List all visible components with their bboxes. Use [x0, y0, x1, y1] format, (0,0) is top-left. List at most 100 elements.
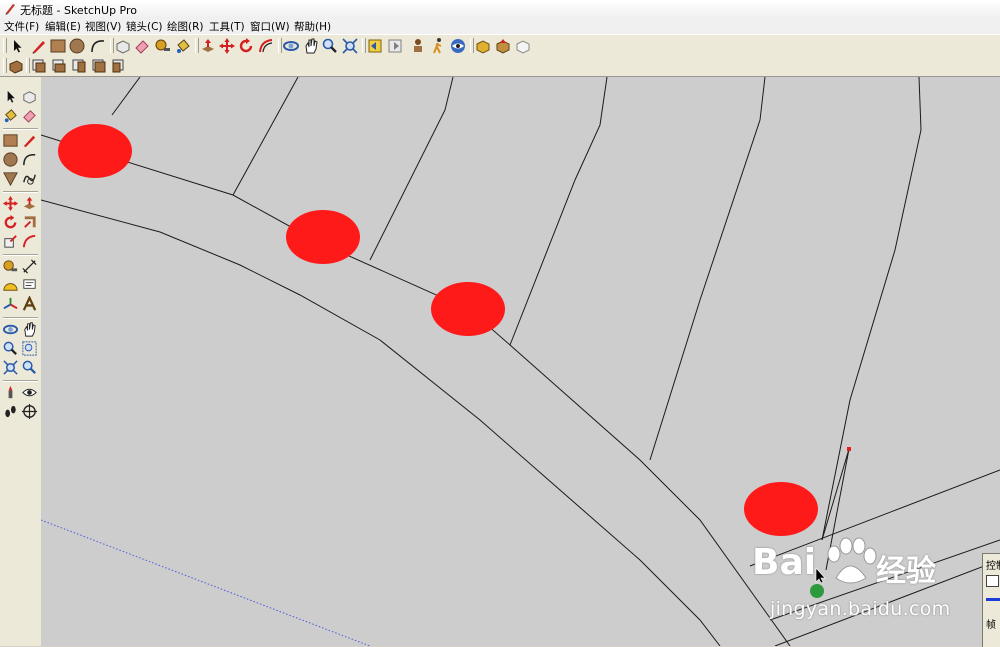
- marker-circle-3: [431, 282, 505, 336]
- select-icon[interactable]: [8, 37, 26, 55]
- rectangle-icon[interactable]: [49, 37, 67, 55]
- tape-measure-icon[interactable]: [154, 37, 172, 55]
- play-button[interactable]: [986, 575, 999, 587]
- zoom-extents-icon[interactable]: [341, 37, 359, 55]
- get-models-icon[interactable]: [474, 37, 492, 55]
- pencil-icon[interactable]: [30, 37, 48, 55]
- previous-view-icon[interactable]: [21, 359, 38, 376]
- top-view-icon[interactable]: [30, 57, 48, 75]
- offset-icon[interactable]: [257, 37, 275, 55]
- front-view-icon[interactable]: [50, 57, 68, 75]
- share-model-icon[interactable]: [494, 37, 512, 55]
- position-camera-icon[interactable]: [2, 384, 19, 401]
- large-tool-set: [0, 77, 42, 646]
- menu-draw[interactable]: 绘图(R): [167, 19, 204, 34]
- zoom-extents-icon[interactable]: [2, 359, 19, 376]
- menu-file[interactable]: 文件(F): [4, 19, 39, 34]
- watermark-url: jingyan.baidu.com: [770, 598, 951, 620]
- menu-help[interactable]: 帮助(H): [294, 19, 331, 34]
- paint-bucket-icon[interactable]: [174, 37, 192, 55]
- offset-icon[interactable]: [21, 233, 38, 250]
- parcel-line-1: [111, 77, 141, 116]
- circle-icon[interactable]: [2, 151, 19, 168]
- tape-measure-icon[interactable]: [2, 258, 19, 275]
- pan-icon[interactable]: [302, 37, 320, 55]
- axis-dotted-line: [41, 519, 371, 646]
- toolbar-grip[interactable]: [3, 38, 7, 53]
- text-icon[interactable]: [21, 277, 38, 294]
- axes-icon[interactable]: [2, 296, 19, 313]
- walk-icon[interactable]: [2, 403, 19, 420]
- menu-camera[interactable]: 镜头(C): [126, 19, 163, 34]
- zoom-window-icon[interactable]: [21, 340, 38, 357]
- position-camera-icon[interactable]: [409, 37, 427, 55]
- guide-line-a: [821, 448, 850, 541]
- marker-circle-4: [744, 482, 818, 536]
- menu-tools[interactable]: 工具(T): [209, 19, 245, 34]
- polygon-icon[interactable]: [2, 170, 19, 187]
- push-pull-icon[interactable]: [199, 37, 217, 55]
- watermark-brand-right: 经验: [876, 554, 936, 589]
- rectangle-icon[interactable]: [2, 132, 19, 149]
- separator: [3, 128, 38, 130]
- protractor-icon[interactable]: [2, 277, 19, 294]
- rotate-icon[interactable]: [237, 37, 255, 55]
- look-around-icon[interactable]: [449, 37, 467, 55]
- eraser-icon[interactable]: [133, 37, 151, 55]
- paint-bucket-icon[interactable]: [2, 107, 19, 124]
- iso-view-icon[interactable]: [7, 57, 25, 75]
- window-title: 无标题 - SketchUp Pro: [20, 4, 138, 17]
- previous-view-icon[interactable]: [366, 37, 384, 55]
- drawing-area[interactable]: Bai 经验 jingyan.baidu.com: [41, 77, 1000, 646]
- menu-edit[interactable]: 编辑(E): [45, 19, 81, 34]
- dimension-icon[interactable]: [21, 258, 38, 275]
- separator: [3, 191, 38, 193]
- eraser-icon[interactable]: [21, 107, 38, 124]
- parcel-line-6: [821, 77, 922, 541]
- circle-icon[interactable]: [68, 37, 86, 55]
- move-icon[interactable]: [2, 195, 19, 212]
- share-component-icon[interactable]: [514, 37, 532, 55]
- 3d-text-icon[interactable]: [21, 296, 38, 313]
- parcel-line-5: [649, 77, 766, 461]
- endpoint-marker: [847, 447, 851, 451]
- look-around-icon[interactable]: [21, 384, 38, 401]
- views-toolbar: [0, 56, 1000, 77]
- select-icon[interactable]: [2, 88, 19, 105]
- rotate-icon[interactable]: [2, 214, 19, 231]
- menu-bar: 文件(F) 编辑(E) 视图(V) 镜头(C) 绘图(R) 工具(T) 窗口(W…: [0, 18, 1000, 34]
- zoom-icon[interactable]: [321, 37, 339, 55]
- pencil-icon[interactable]: [21, 132, 38, 149]
- zoom-icon[interactable]: [2, 340, 19, 357]
- pan-icon[interactable]: [21, 321, 38, 338]
- walk-icon[interactable]: [429, 37, 447, 55]
- menu-window[interactable]: 窗口(W): [250, 19, 290, 34]
- sketchup-app-icon: [5, 4, 15, 15]
- scale-icon[interactable]: [2, 233, 19, 250]
- road-edge-lower: [41, 199, 721, 646]
- right-view-icon[interactable]: [70, 57, 88, 75]
- push-pull-icon[interactable]: [21, 195, 38, 212]
- freehand-icon[interactable]: [21, 170, 38, 187]
- arc-icon[interactable]: [89, 37, 107, 55]
- main-toolbar: [0, 34, 1000, 58]
- follow-me-icon[interactable]: [21, 214, 38, 231]
- back-view-icon[interactable]: [90, 57, 108, 75]
- left-view-icon[interactable]: [110, 57, 128, 75]
- next-view-icon[interactable]: [386, 37, 404, 55]
- separator: [3, 317, 38, 319]
- marker-circle-2: [286, 210, 360, 264]
- make-component-icon[interactable]: [114, 37, 132, 55]
- move-icon[interactable]: [218, 37, 236, 55]
- watermark: Bai 经验 jingyan.baidu.com: [752, 534, 952, 626]
- orbit-icon[interactable]: [282, 37, 300, 55]
- separator: [3, 380, 38, 382]
- parcel-line-2: [232, 77, 299, 196]
- paw-logo-icon: [827, 537, 877, 584]
- make-component-icon[interactable]: [21, 88, 38, 105]
- menu-view[interactable]: 视图(V): [85, 19, 121, 34]
- timeline-slider[interactable]: [986, 598, 1000, 601]
- section-plane-icon[interactable]: [21, 403, 38, 420]
- arc-icon[interactable]: [21, 151, 38, 168]
- orbit-icon[interactable]: [2, 321, 19, 338]
